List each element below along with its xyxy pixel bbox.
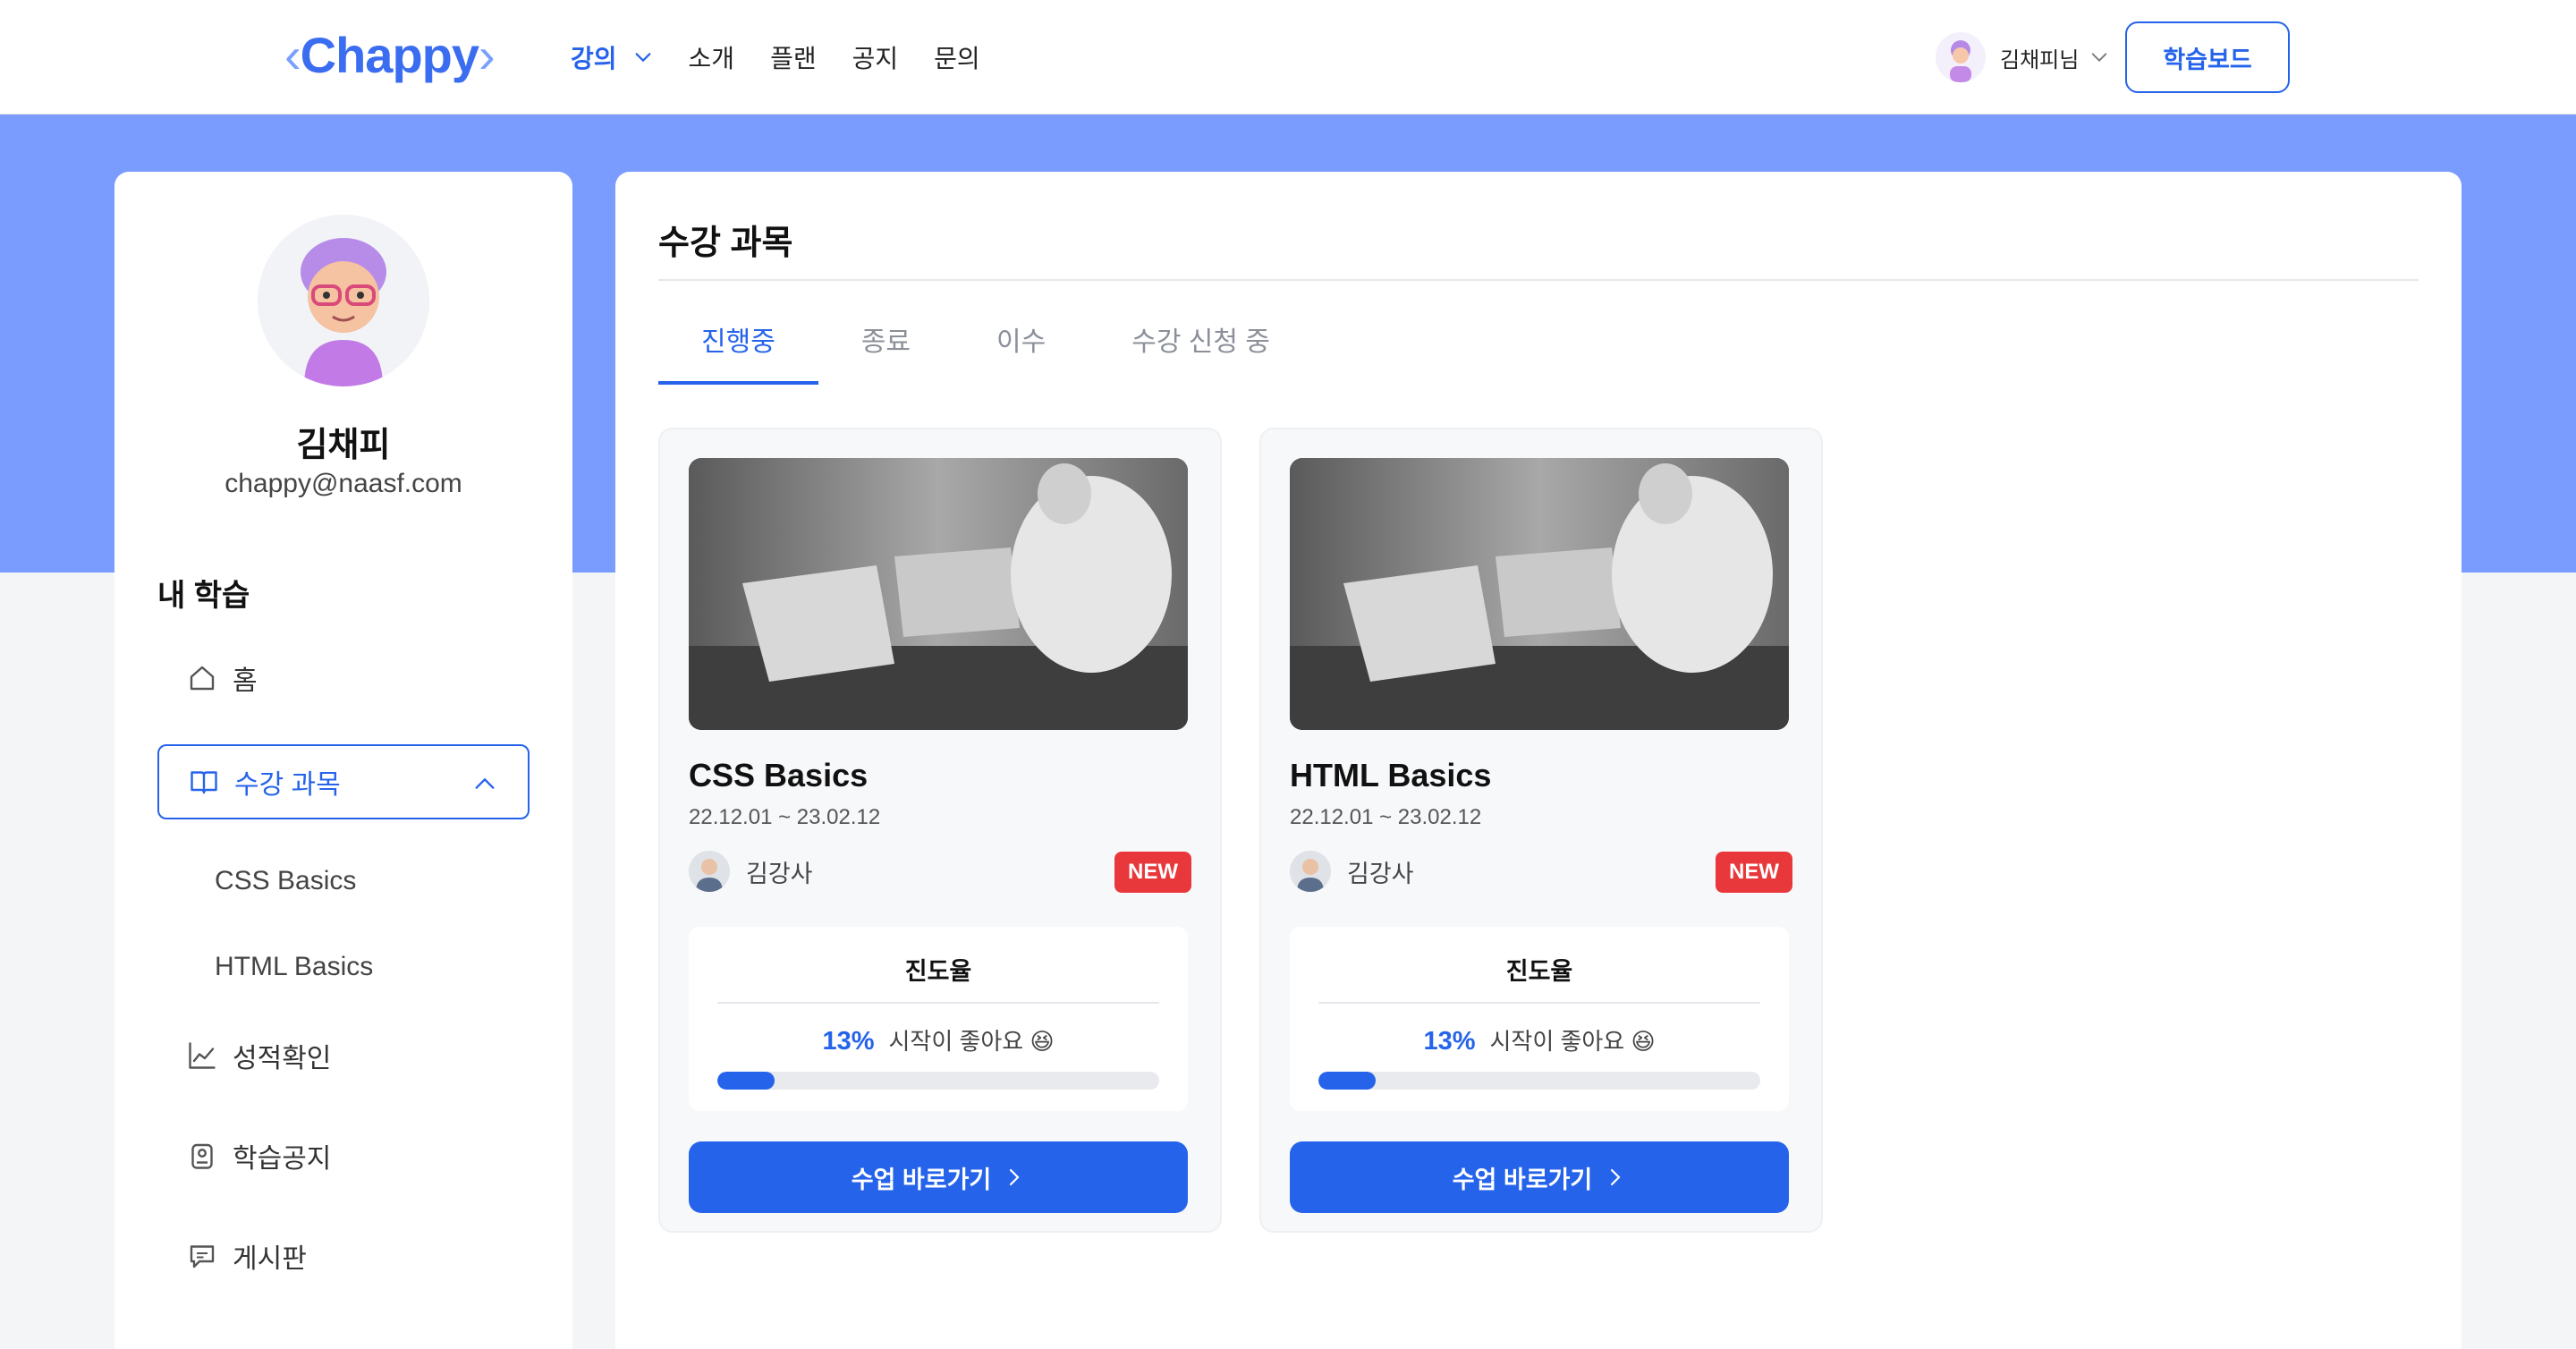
home-icon bbox=[190, 666, 215, 691]
button-label: 수업 바로가기 bbox=[1452, 1166, 1593, 1193]
go-to-class-button[interactable]: 수업 바로가기 bbox=[1290, 1141, 1789, 1213]
tab-completed[interactable]: 이수 bbox=[953, 315, 1089, 385]
avatar bbox=[1290, 851, 1331, 892]
nav-plan[interactable]: 플랜 bbox=[770, 39, 817, 75]
course-title[interactable]: CSS Basics bbox=[689, 757, 868, 794]
teacher-info: 김강사 bbox=[689, 850, 813, 893]
divider bbox=[1318, 1002, 1760, 1004]
progress-bar-fill bbox=[717, 1072, 775, 1090]
sidebar-item-label: 성적확인 bbox=[233, 1044, 332, 1073]
course-card: HTML Basics 22.12.01 ~ 23.02.12 김강사 NEW … bbox=[1259, 428, 1823, 1233]
sidebar-subitem-html[interactable]: HTML Basics bbox=[215, 952, 373, 982]
go-to-class-button[interactable]: 수업 바로가기 bbox=[689, 1141, 1188, 1213]
course-card: CSS Basics 22.12.01 ~ 23.02.12 김강사 NEW 진… bbox=[658, 428, 1222, 1233]
sidebar-item-label: 학습공지 bbox=[233, 1144, 332, 1174]
new-badge: NEW bbox=[1114, 852, 1191, 893]
sidebar-item-grades[interactable]: 성적확인 bbox=[186, 1029, 331, 1082]
chappy-logo[interactable]: ‹Chappy› bbox=[284, 27, 496, 84]
sidebar-item-courses[interactable]: 수강 과목 bbox=[157, 744, 530, 819]
button-label: 수업 바로가기 bbox=[851, 1166, 992, 1193]
sidebar-item-notices[interactable]: 학습공지 bbox=[186, 1129, 331, 1183]
progress-box: 진도율 13% 시작이 좋아요 😆 bbox=[689, 927, 1188, 1111]
teacher-info: 김강사 bbox=[1290, 850, 1414, 893]
learning-board-button[interactable]: 학습보드 bbox=[2125, 21, 2290, 93]
course-dates: 22.12.01 ~ 23.02.12 bbox=[689, 805, 881, 829]
main-panel: 수강 과목 진행중 종료 이수 수강 신청 중 CSS Basics 22.12… bbox=[615, 172, 2462, 1349]
user-name: 김채피님 bbox=[2000, 47, 2080, 72]
course-title[interactable]: HTML Basics bbox=[1290, 757, 1491, 794]
profile-avatar bbox=[258, 215, 429, 386]
chevron-right-icon bbox=[1611, 1168, 1621, 1186]
chevron-down-icon bbox=[2092, 53, 2107, 62]
user-menu[interactable]: 김채피님 bbox=[1936, 29, 2109, 86]
nav-lectures-label: 강의 bbox=[571, 45, 617, 72]
progress-bar bbox=[1318, 1072, 1760, 1090]
notice-icon bbox=[191, 1143, 213, 1169]
teacher-name: 김강사 bbox=[1347, 860, 1414, 887]
main-nav: 강의 소개 플랜 공지 문의 bbox=[571, 36, 1016, 79]
course-thumbnail bbox=[689, 458, 1188, 730]
chevron-down-icon bbox=[635, 53, 650, 63]
sidebar-item-home[interactable]: 홈 bbox=[186, 651, 258, 705]
book-open-icon bbox=[191, 771, 217, 794]
nav-notice[interactable]: 공지 bbox=[852, 39, 899, 75]
profile-name: 김채피 bbox=[296, 427, 391, 464]
course-tabs: 진행중 종료 이수 수강 신청 중 bbox=[658, 315, 1313, 385]
sidebar-item-label: 게시판 bbox=[233, 1244, 307, 1274]
progress-summary: 13% 시작이 좋아요 😆 bbox=[689, 1023, 1188, 1056]
progress-percent: 13% bbox=[822, 1027, 875, 1056]
sidebar-item-label: 홈 bbox=[233, 666, 258, 696]
nav-about[interactable]: 소개 bbox=[689, 39, 735, 75]
course-thumbnail bbox=[1290, 458, 1789, 730]
tab-applying[interactable]: 수강 신청 중 bbox=[1089, 315, 1313, 385]
progress-label: 진도율 bbox=[904, 958, 972, 985]
progress-box: 진도율 13% 시작이 좋아요 😆 bbox=[1290, 927, 1789, 1111]
progress-summary: 13% 시작이 좋아요 😆 bbox=[1290, 1023, 1789, 1056]
progress-label: 진도율 bbox=[1505, 958, 1573, 985]
sidebar: 김채피 chappy@naasf.com 내 학습 홈 수강 과목 CSS Ba… bbox=[114, 172, 572, 1349]
avatar bbox=[1936, 32, 1986, 82]
divider bbox=[717, 1002, 1159, 1004]
progress-bar-fill bbox=[1318, 1072, 1377, 1090]
nav-lectures[interactable]: 강의 bbox=[571, 39, 653, 75]
sidebar-item-label: 수강 과목 bbox=[234, 770, 341, 800]
profile-email: chappy@naasf.com bbox=[225, 469, 462, 498]
divider bbox=[658, 279, 2419, 281]
chevron-right-icon bbox=[1010, 1168, 1020, 1186]
sidebar-item-board[interactable]: 게시판 bbox=[186, 1229, 307, 1283]
progress-message: 시작이 좋아요 😆 bbox=[1489, 1028, 1656, 1055]
nav-contact[interactable]: 문의 bbox=[934, 39, 980, 75]
course-dates: 22.12.01 ~ 23.02.12 bbox=[1290, 805, 1482, 829]
chevron-up-icon bbox=[475, 777, 495, 789]
progress-message: 시작이 좋아요 😆 bbox=[888, 1028, 1055, 1055]
tab-in-progress[interactable]: 진행중 bbox=[658, 315, 818, 385]
teacher-name: 김강사 bbox=[746, 860, 813, 887]
top-header: ‹Chappy› 강의 소개 플랜 공지 문의 김채피님 학습보드 bbox=[0, 0, 2576, 115]
avatar bbox=[689, 851, 730, 892]
chat-bubble-icon bbox=[190, 1245, 215, 1268]
sidebar-subitem-css[interactable]: CSS Basics bbox=[215, 866, 356, 896]
progress-percent: 13% bbox=[1423, 1027, 1476, 1056]
chart-line-icon bbox=[189, 1042, 216, 1069]
progress-bar bbox=[717, 1072, 1159, 1090]
my-learning-heading: 내 학습 bbox=[157, 579, 250, 613]
new-badge: NEW bbox=[1716, 852, 1792, 893]
page-title: 수강 과목 bbox=[658, 225, 793, 262]
tab-ended[interactable]: 종료 bbox=[818, 315, 953, 385]
